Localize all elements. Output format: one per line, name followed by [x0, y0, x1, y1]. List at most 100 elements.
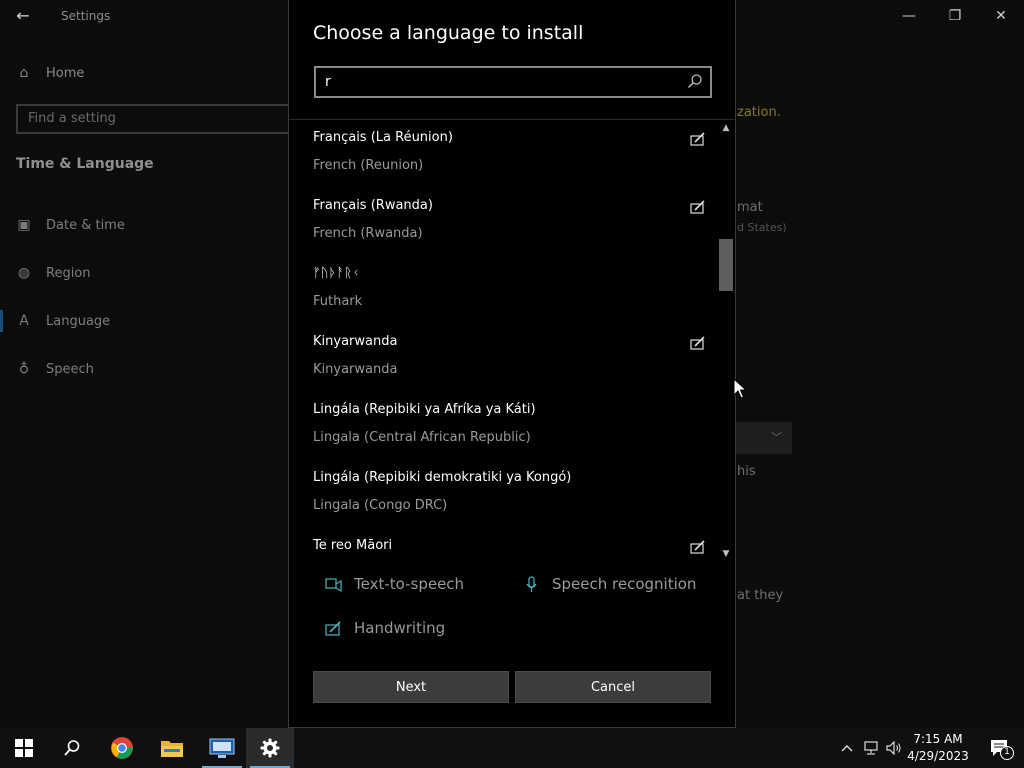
language-list[interactable]: Français (La Réunion) French (Reunion) F… — [289, 119, 735, 563]
volume-tray-button[interactable] — [883, 728, 905, 768]
background-text-fragment: zation. — [737, 105, 781, 120]
scroll-down-icon[interactable]: ▼ — [718, 547, 734, 561]
feature-label: Handwriting — [354, 619, 446, 637]
background-dropdown: ﹀ — [736, 422, 792, 454]
network-icon — [864, 741, 878, 755]
close-button[interactable]: ✕ — [978, 0, 1024, 32]
sidebar-item-language[interactable]: A Language — [16, 307, 110, 335]
language-english-name: French (Rwanda) — [313, 226, 423, 241]
network-tray-button[interactable] — [860, 728, 882, 768]
handwriting-icon — [690, 336, 705, 350]
microphone-icon: ♁ — [18, 361, 30, 377]
language-english-name: French (Reunion) — [313, 158, 424, 173]
language-native-name: Te reo Māori — [313, 538, 393, 553]
restore-icon: ❐ — [948, 8, 962, 24]
taskbar: 7:15 AM 4/29/2023 1 — [0, 728, 1024, 768]
start-button[interactable] — [0, 728, 48, 768]
dialog-title: Choose a language to install — [313, 22, 584, 44]
language-native-name: ᚠᚢᚦᚨᚱᚲ — [313, 266, 360, 281]
sidebar-item-speech[interactable]: ♁ Speech — [16, 355, 94, 383]
feature-speech-recognition: Speech recognition — [523, 575, 696, 593]
section-title: Time & Language — [16, 156, 154, 172]
chevron-down-icon: ﹀ — [771, 431, 782, 444]
handwriting-icon — [690, 132, 705, 146]
windows-logo-icon — [15, 739, 33, 757]
minimize-icon: — — [902, 8, 916, 24]
sidebar-item-region[interactable]: ◍ Region — [16, 259, 91, 287]
language-native-name: Français (La Réunion) — [313, 130, 453, 145]
taskbar-settings[interactable] — [246, 728, 294, 768]
minimize-button[interactable]: — — [886, 0, 932, 32]
background-text-fragment: at they — [737, 588, 784, 603]
sidebar-item-label: Region — [46, 265, 91, 281]
language-list-scrollbar[interactable]: ▲ ▼ — [718, 119, 734, 563]
sidebar-item-label: Speech — [46, 361, 94, 377]
language-english-name: Futhark — [313, 294, 363, 309]
background-text-fragment: his — [737, 464, 756, 479]
cancel-button[interactable]: Cancel — [515, 671, 711, 703]
taskbar-clock[interactable]: 7:15 AM 4/29/2023 — [904, 731, 972, 765]
close-icon: ✕ — [995, 8, 1007, 24]
find-setting-input[interactable]: Find a setting — [16, 104, 296, 134]
background-text-fragment: d States) — [737, 221, 787, 234]
notification-icon — [991, 740, 1014, 760]
language-search-box[interactable] — [314, 66, 712, 98]
show-hidden-icons-button[interactable] — [836, 728, 858, 768]
folder-icon — [161, 741, 183, 757]
restore-button[interactable]: ❐ — [932, 0, 978, 32]
gear-icon — [260, 738, 280, 758]
language-icon: A — [19, 313, 29, 329]
nav-home[interactable]: ⌂ Home — [16, 60, 85, 86]
taskbar-chrome[interactable] — [98, 728, 146, 768]
feature-label: Speech recognition — [552, 575, 697, 593]
search-taskbar-button[interactable] — [48, 728, 96, 768]
selected-indicator — [0, 310, 3, 332]
search-icon — [64, 740, 80, 756]
feature-handwriting: Handwriting — [325, 619, 445, 637]
sidebar-item-date-time[interactable]: ▣ Date & time — [16, 211, 125, 239]
background-text-fragment: mat — [737, 200, 763, 215]
find-setting-placeholder: Find a setting — [28, 111, 116, 126]
scroll-thumb[interactable] — [719, 239, 733, 291]
list-item-language[interactable]: Kinyarwanda Kinyarwanda — [313, 324, 713, 388]
globe-icon: ◍ — [17, 265, 31, 281]
speaker-icon — [886, 741, 901, 755]
language-native-name: Français (Rwanda) — [313, 198, 433, 213]
taskbar-app[interactable] — [198, 728, 246, 768]
search-icon[interactable] — [686, 72, 704, 92]
back-button[interactable]: ← — [8, 4, 38, 28]
home-icon: ⌂ — [19, 65, 29, 81]
scroll-up-icon[interactable]: ▲ — [718, 121, 734, 135]
feature-label: Text-to-speech — [354, 575, 465, 593]
language-native-name: Lingála (Repibiki demokratiki ya Kongó) — [313, 470, 572, 485]
scroll-track[interactable] — [718, 135, 734, 545]
chrome-icon — [111, 737, 133, 759]
nav-home-label: Home — [46, 65, 85, 81]
language-search-input[interactable] — [316, 68, 676, 96]
sidebar-item-label: Language — [46, 313, 111, 329]
feature-text-to-speech: Text-to-speech — [325, 575, 464, 593]
language-native-name: Kinyarwanda — [313, 334, 398, 349]
list-item-language[interactable]: Français (La Réunion) French (Reunion) — [313, 120, 713, 184]
chevron-up-icon — [841, 745, 853, 752]
next-button[interactable]: Next — [313, 671, 509, 703]
language-english-name: Lingala (Congo DRC) — [313, 498, 448, 513]
app-title: Settings — [61, 9, 111, 23]
mouse-cursor-icon — [733, 378, 747, 399]
taskbar-file-explorer[interactable] — [148, 728, 196, 768]
list-item-language[interactable]: Français (Rwanda) French (Rwanda) — [313, 188, 713, 252]
language-english-name: Lingala (Central African Republic) — [313, 430, 531, 445]
list-item-language[interactable]: Lingála (Repibiki demokratiki ya Kongó) … — [313, 460, 713, 524]
list-item-language[interactable]: ᚠᚢᚦᚨᚱᚲ Futhark — [313, 256, 713, 320]
handwriting-icon — [690, 540, 705, 554]
monitor-app-icon — [209, 738, 235, 758]
language-english-name: Kinyarwanda — [313, 362, 398, 377]
language-native-name: Lingála (Repibiki ya Afríka ya Káti) — [313, 402, 536, 417]
notification-count: 1 — [1004, 747, 1010, 757]
list-item-language[interactable]: Te reo Māori — [313, 528, 713, 563]
sidebar-item-label: Date & time — [46, 217, 125, 233]
text-to-speech-icon — [325, 577, 342, 592]
back-arrow-icon: ← — [16, 6, 30, 25]
list-item-language[interactable]: Lingála (Repibiki ya Afríka ya Káti) Lin… — [313, 392, 713, 456]
action-center-button[interactable]: 1 — [980, 728, 1020, 768]
